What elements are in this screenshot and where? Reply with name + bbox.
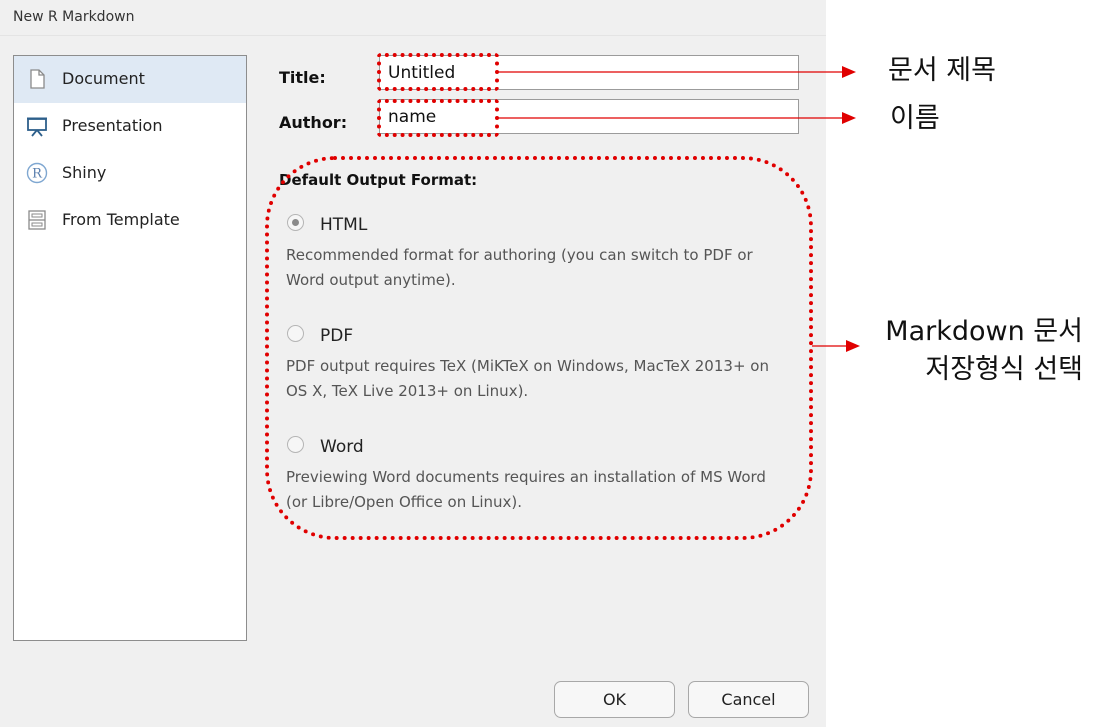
author-arrow-icon (498, 112, 856, 124)
dialog-title-bar: New R Markdown (0, 0, 826, 36)
title-label: Title: (279, 68, 326, 87)
title-annotation: 문서 제목 (888, 55, 996, 86)
output-format-highlight-box (265, 156, 813, 540)
ok-button[interactable]: OK (554, 681, 675, 718)
format-annotation-line2: 저장형식 선택 (925, 354, 1083, 385)
format-annotation-line1: Markdown 문서 (885, 316, 1083, 347)
document-icon (30, 69, 45, 89)
presentation-icon (27, 117, 47, 137)
template-icon (28, 210, 46, 230)
sidebar-item-shiny[interactable]: R Shiny (14, 150, 246, 197)
sidebar-item-document[interactable]: Document (14, 56, 246, 103)
sidebar-item-label: Presentation (62, 116, 163, 135)
sidebar-item-label: Shiny (62, 163, 107, 182)
format-arrow-icon (812, 340, 860, 352)
title-highlight-box (377, 53, 499, 91)
title-arrow-icon (498, 66, 856, 78)
sidebar-item-from-template[interactable]: From Template (14, 197, 246, 244)
dialog-title: New R Markdown (13, 9, 135, 25)
author-highlight-box (377, 99, 499, 137)
sidebar-item-label: Document (62, 69, 145, 88)
author-annotation: 이름 (890, 103, 940, 134)
format-annotation: Markdown 문서 저장형식 선택 (868, 313, 1083, 389)
sidebar-item-presentation[interactable]: Presentation (14, 103, 246, 150)
author-label: Author: (279, 113, 348, 132)
r-logo-icon: R (26, 162, 48, 184)
cancel-button[interactable]: Cancel (688, 681, 809, 718)
svg-text:R: R (32, 167, 43, 182)
document-type-sidebar: Document Presentation R Shiny From Templ… (13, 55, 247, 641)
sidebar-item-label: From Template (62, 210, 180, 229)
